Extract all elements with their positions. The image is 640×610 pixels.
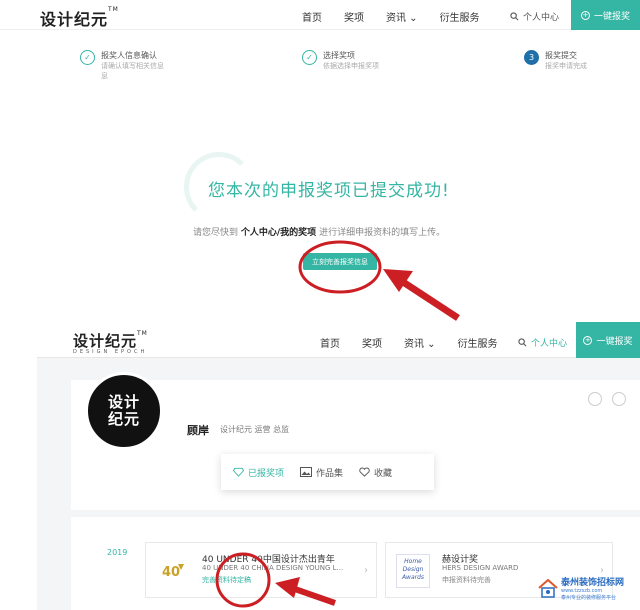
- avatar: 设计 纪元: [85, 372, 163, 450]
- settings-icon[interactable]: [588, 392, 602, 406]
- watermark: 泰州装饰招标网 www.tzzszb.com 泰州专业的装修服务平台: [537, 575, 624, 601]
- success-message: 您本次的申报奖项已提交成功!: [208, 181, 450, 201]
- nav-services[interactable]: 衍生服务: [440, 9, 480, 24]
- nav-news[interactable]: 资讯 ⌄: [386, 9, 418, 24]
- site-logo[interactable]: 设计纪元TM: [73, 330, 148, 351]
- nav-links: 首页 奖项 资讯 ⌄ 衍生服务: [302, 9, 502, 24]
- plus-icon: +: [580, 10, 590, 20]
- top-navbar: 设计纪元TM DESIGN EPOCH 首页 奖项 资讯 ⌄ 衍生服务 个人中心…: [37, 322, 640, 358]
- progress-steps: ✓ 报奖人信息确认 请确认填写相关信息 息 ✓ 选择奖项 依据选择申报奖项 3 …: [80, 50, 640, 90]
- diamond-icon: [233, 467, 244, 477]
- image-icon: [300, 467, 313, 477]
- heart-icon: [359, 467, 370, 477]
- nav-news[interactable]: 资讯 ⌄: [404, 335, 436, 350]
- tab-portfolio[interactable]: 作品集: [300, 466, 343, 479]
- nav-home[interactable]: 首页: [320, 335, 340, 350]
- award-status[interactable]: 申报资料待完善: [442, 575, 491, 585]
- next-step-hint: 请您尽快到 个人中心/我的奖项 进行详细申报资料的填写上传。: [193, 228, 446, 238]
- chevron-right-icon: ›: [364, 565, 368, 576]
- page: 设计纪元TM 首页 奖项 资讯 ⌄ 衍生服务 个人中心 + 一键报奖 ✓ 报奖人…: [0, 0, 640, 610]
- user-center-screen: 设计纪元TM DESIGN EPOCH 首页 奖项 资讯 ⌄ 衍生服务 个人中心…: [37, 322, 640, 610]
- award-logo-icon: Home Design Awards: [396, 554, 430, 588]
- award-card[interactable]: 40 40 UNDER 40中国设计杰出青年 40 UNDER 40 CHINA…: [145, 542, 377, 598]
- svg-text:40: 40: [162, 565, 180, 580]
- share-icon[interactable]: [612, 392, 626, 406]
- step-number-badge: 3: [524, 50, 539, 65]
- user-center-link[interactable]: 个人中心: [518, 336, 567, 349]
- plus-icon: +: [583, 335, 593, 345]
- step-3: 3 报奖提交 报奖申请完成: [524, 50, 587, 71]
- step-2: ✓ 选择奖项 依据选择申报奖项: [302, 50, 379, 71]
- profile-tabs: 已报奖项 作品集 收藏: [221, 454, 434, 490]
- nav-services[interactable]: 衍生服务: [458, 335, 498, 350]
- search-icon: [518, 338, 527, 347]
- user-title: 设计纪元 运营 总监: [220, 425, 290, 434]
- one-click-report-button[interactable]: + 一键报奖: [571, 0, 640, 30]
- user-center-label: 个人中心: [523, 13, 560, 23]
- award-logo-icon: 40: [156, 554, 190, 588]
- house-icon: [538, 578, 558, 598]
- user-center-label: 个人中心: [531, 339, 568, 349]
- nav-awards[interactable]: 奖项: [344, 9, 364, 24]
- check-icon: ✓: [302, 50, 317, 65]
- tab-favorites[interactable]: 收藏: [359, 466, 392, 479]
- site-logo[interactable]: 设计纪元TM: [40, 6, 119, 30]
- year-label: 2019: [107, 548, 128, 557]
- nav-links: 首页 奖项 资讯 ⌄ 衍生服务: [320, 335, 520, 350]
- user-center-link[interactable]: 个人中心: [510, 10, 559, 23]
- site-logo-subtitle: DESIGN EPOCH: [73, 349, 148, 355]
- award-status[interactable]: 完善资料待定稿: [202, 575, 251, 585]
- search-icon: [510, 12, 519, 21]
- check-icon: ✓: [80, 50, 95, 65]
- step-1: ✓ 报奖人信息确认 请确认填写相关信息 息: [80, 50, 164, 81]
- nav-awards[interactable]: 奖项: [362, 335, 382, 350]
- submission-success-screen: 设计纪元TM 首页 奖项 资讯 ⌄ 衍生服务 个人中心 + 一键报奖 ✓ 报奖人…: [0, 0, 640, 322]
- top-navbar: 设计纪元TM 首页 奖项 资讯 ⌄ 衍生服务 个人中心 + 一键报奖: [0, 0, 640, 30]
- one-click-report-button[interactable]: + 一键报奖: [576, 322, 640, 358]
- my-awards-link[interactable]: 个人中心/我的奖项: [241, 228, 316, 238]
- complete-info-button[interactable]: 立刻完善报奖信息: [303, 253, 377, 270]
- user-name: 顾岸: [187, 424, 209, 437]
- tab-submitted-awards[interactable]: 已报奖项: [233, 466, 284, 479]
- award-english-name: 40 UNDER 40 CHINA DESIGN YOUNG L...: [202, 564, 344, 572]
- nav-home[interactable]: 首页: [302, 9, 322, 24]
- award-english-name: HERS DESIGN AWARD: [442, 564, 519, 572]
